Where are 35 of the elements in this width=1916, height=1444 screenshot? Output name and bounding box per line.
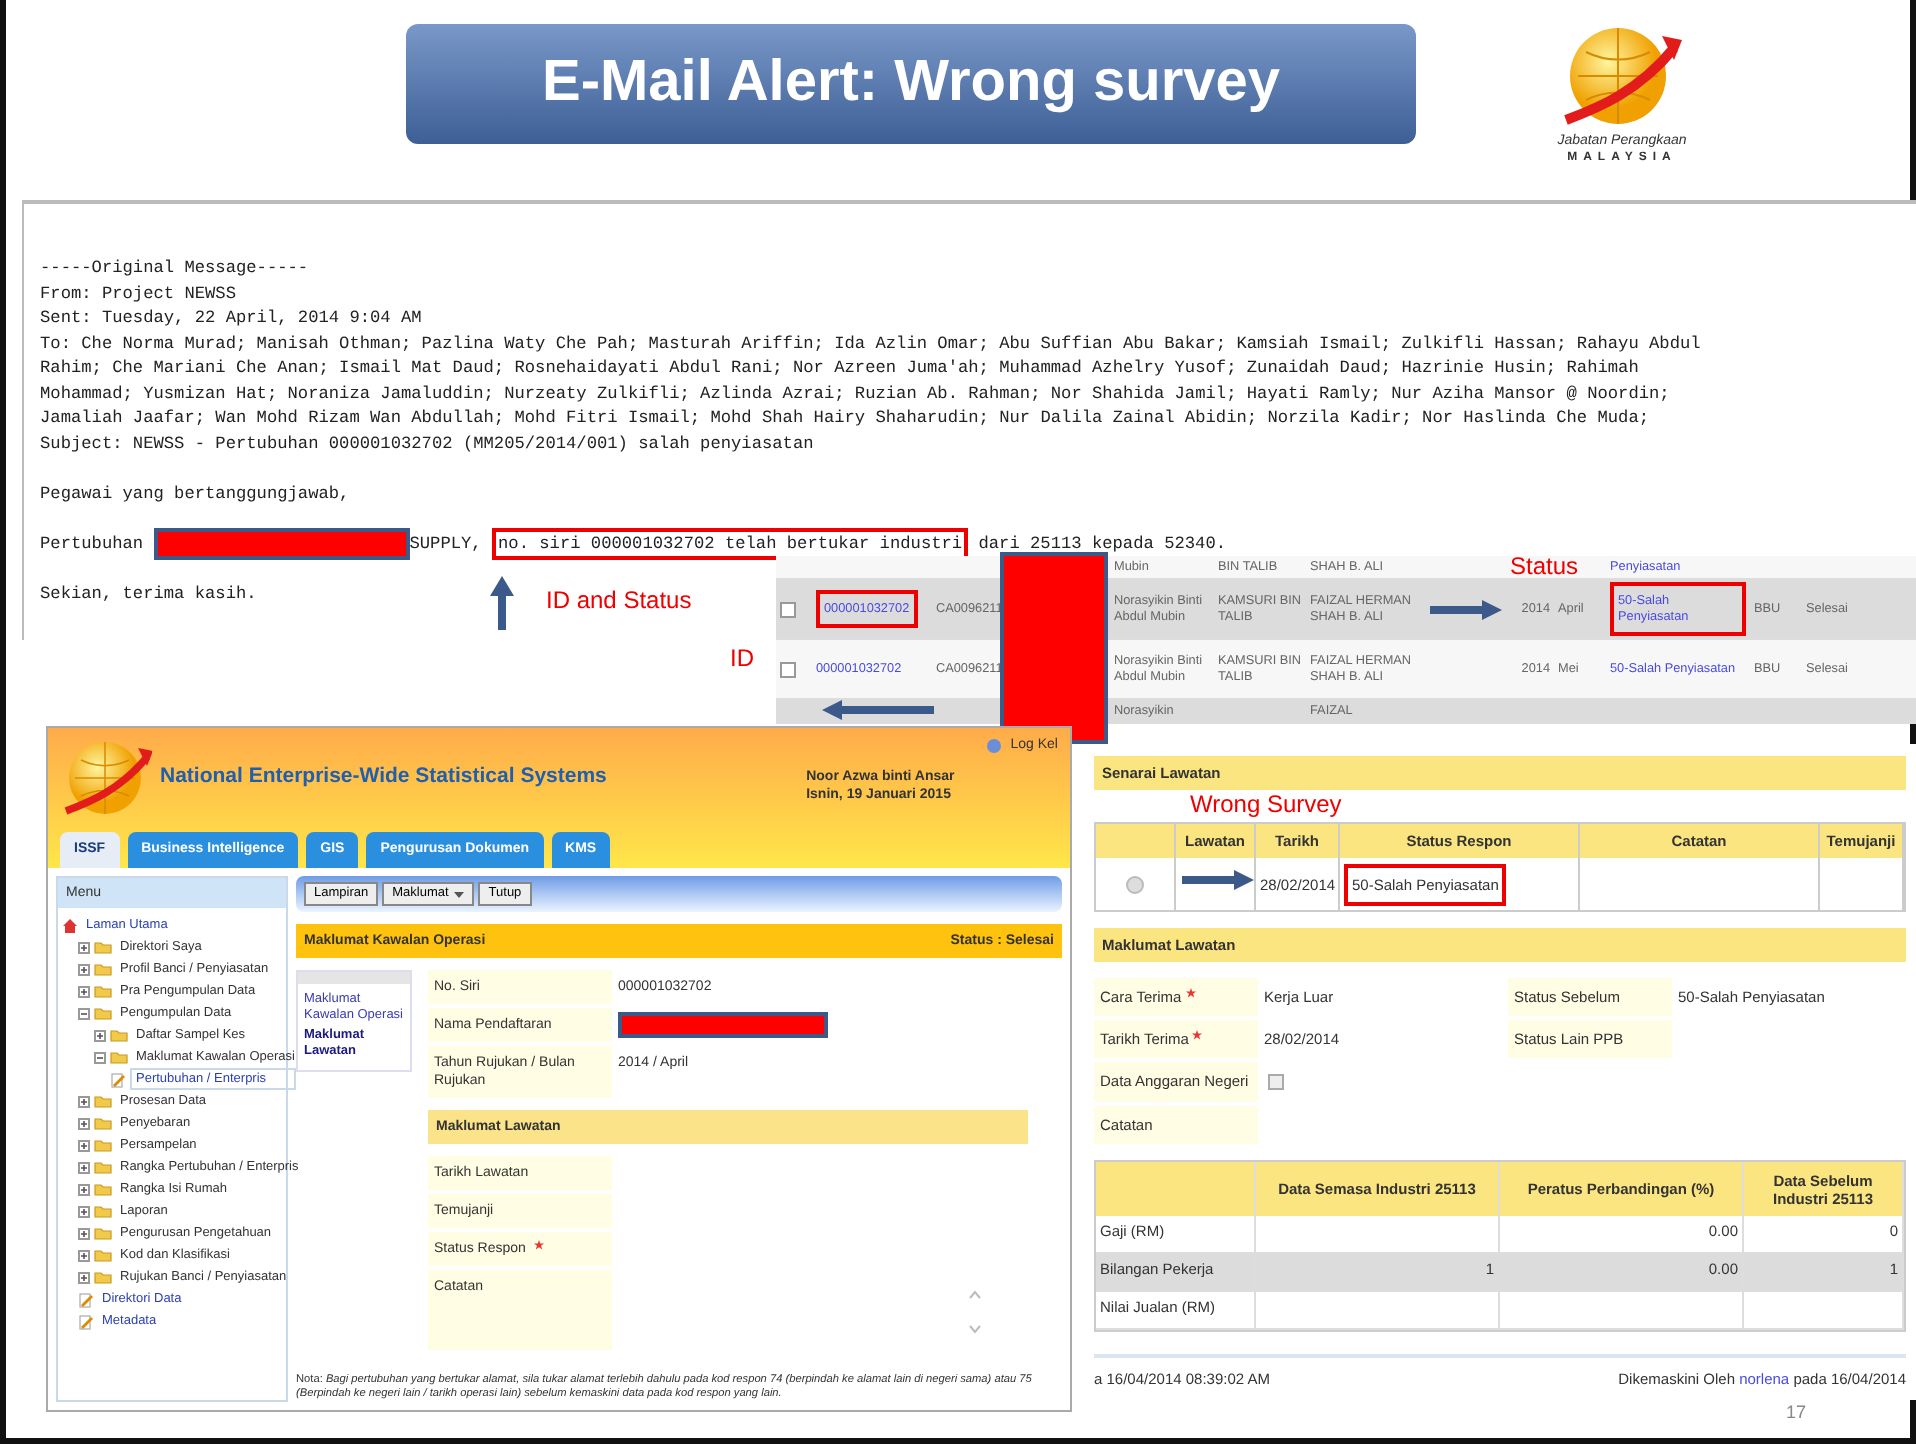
email-header-line: From: Project NEWSS [40,281,236,306]
annotation-label: ID [730,644,754,672]
email-header-line: Mohammad; Yusmizan Hat; Noraniza Jamaluddin; Nurzeaty Zulkifli; Azlinda Azrai; Ruzian Ab. Rahman; Nor Shahida Jamil; Hayati Ramly; Nur Aziha Mansor @ Noordin; [40,381,1670,406]
pencil-icon [110,1071,126,1087]
pencil-icon [78,1313,94,1329]
email-text: SUPPLY, [409,531,484,556]
pencil-icon [78,1291,94,1307]
email-text: Pertubuhan [40,531,146,556]
email-header-line: Jamaliah Jaafar; Wan Mohd Rizam Wan Abdullah; Mohd Fitri Ismail; Mohd Shah Hairy Shaharudin; Nur Dalila Zainal Abidin; Norzila Kadir; Nor Haslinda Che Muda; [40,406,1650,431]
slide-title: E-Mail Alert: Wrong survey [406,24,1416,144]
caret-icon [454,891,465,897]
email-header-line: -----Original Message----- [40,256,309,281]
email-text: dari 25113 kepada 52340. [976,531,1227,556]
annotation-arrow [822,700,934,720]
email-closing: Sekian, terima kasih. [40,581,257,606]
annotation-arrow [490,576,514,630]
annotation-label: Status [1510,552,1579,580]
annotation-label: ID and Status [546,586,692,614]
radio-button[interactable] [1126,875,1144,893]
home-icon [62,917,78,933]
email-greeting: Pegawai yang bertanggungjawab, [40,481,350,506]
power-icon [986,737,1003,753]
email-header-line: Rahim; Che Mariani Che Anan; Ismail Mat Daud; Rosnehaidayati Abdul Rani; Nor Azreen Juma'ah; Muhammad Azhelry Yusof; Zunaidah Daud; Hazrinie Husin; Rahimah [40,356,1639,381]
email-header-line: Subject: NEWSS - Pertubuhan 000001032702 (MM205/2014/001) salah penyiasatan [40,431,814,456]
annotation-arrow [1430,600,1502,620]
page-number: 17 [1786,1400,1807,1426]
checkbox[interactable] [1268,1074,1284,1090]
row-checkbox[interactable] [780,661,796,677]
email-header-line: Sent: Tuesday, 22 April, 2014 9:04 AM [40,306,422,331]
annotation-arrow [1182,870,1254,890]
scroll-arrows-icon [968,1286,982,1338]
app-title: National Enterprise-Wide Statistical Systems [160,768,607,786]
row-checkbox[interactable] [780,601,796,617]
annotation-label: Wrong Survey [1190,790,1342,818]
email-header-line: To: Che Norma Murad; Manisah Othman; Pazlina Waty Che Pah; Masturah Ariffin; Ida Azlin Omar; Abu Suffian Abu Bakar; Kamsiah Ismail; Zulkifli Hassan; Rahayu Abdul [40,331,1701,356]
